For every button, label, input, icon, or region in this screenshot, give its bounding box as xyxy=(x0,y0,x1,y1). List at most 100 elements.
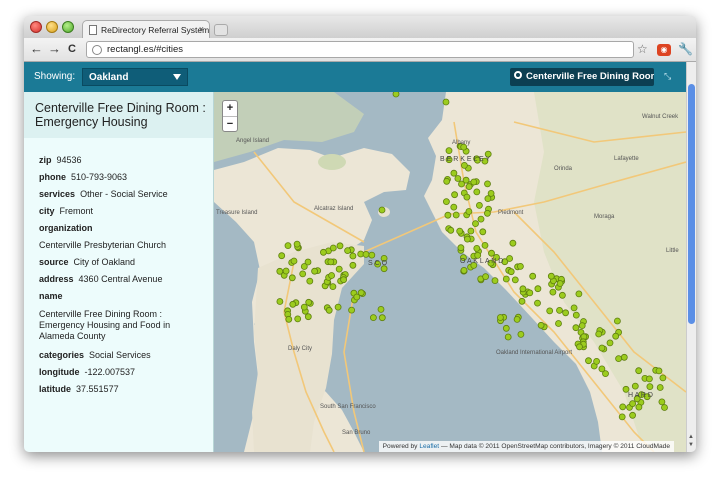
map-marker[interactable] xyxy=(349,252,357,260)
collapse-icon[interactable]: ⤡ xyxy=(664,71,672,82)
map-marker[interactable] xyxy=(475,202,483,209)
page-scrollbar[interactable]: ▲ ▼ xyxy=(686,62,696,452)
map-marker[interactable] xyxy=(562,309,570,317)
map-marker[interactable] xyxy=(496,314,504,321)
map-marker[interactable] xyxy=(635,367,643,375)
map-marker[interactable] xyxy=(300,263,308,270)
map-marker[interactable] xyxy=(299,270,307,278)
map-marker[interactable] xyxy=(504,333,512,341)
map-marker[interactable] xyxy=(598,344,606,352)
map-marker[interactable] xyxy=(447,226,455,234)
zoom-out-button[interactable]: − xyxy=(223,116,237,131)
map-marker[interactable] xyxy=(488,249,495,257)
scroll-up-icon[interactable]: ▲ xyxy=(688,434,694,440)
map-marker[interactable] xyxy=(659,374,667,382)
map-marker[interactable] xyxy=(300,303,308,311)
map-marker[interactable] xyxy=(526,289,534,297)
map-marker[interactable] xyxy=(463,193,471,201)
leaflet-link[interactable]: Leaflet xyxy=(419,443,439,450)
map-marker[interactable] xyxy=(615,355,623,363)
map-marker[interactable] xyxy=(329,244,337,252)
address-bar[interactable]: rectangl.es/#cities xyxy=(86,41,634,58)
map-marker[interactable] xyxy=(629,411,637,419)
map-marker[interactable] xyxy=(443,177,451,185)
map-marker[interactable] xyxy=(294,315,302,323)
map-marker[interactable] xyxy=(377,305,385,313)
map-marker[interactable] xyxy=(369,314,377,322)
map-marker[interactable] xyxy=(282,267,290,275)
map-marker[interactable] xyxy=(327,258,335,266)
map-marker[interactable] xyxy=(482,273,490,281)
map-marker[interactable] xyxy=(445,147,453,154)
map-marker[interactable] xyxy=(491,277,499,285)
wrench-menu-icon[interactable]: 🔧 xyxy=(678,42,693,56)
map-marker[interactable] xyxy=(368,251,376,259)
map-marker[interactable] xyxy=(451,191,459,199)
map-marker[interactable] xyxy=(457,244,465,252)
map-marker[interactable] xyxy=(555,320,562,327)
map-marker[interactable] xyxy=(546,307,554,315)
map-marker[interactable] xyxy=(452,211,460,219)
map-marker[interactable] xyxy=(392,92,400,98)
map-marker[interactable] xyxy=(444,211,452,219)
bookmark-star-icon[interactable]: ☆ xyxy=(637,42,648,56)
map-marker[interactable] xyxy=(353,293,361,301)
map-marker[interactable] xyxy=(618,413,626,421)
map-marker[interactable] xyxy=(658,398,666,406)
map-marker[interactable] xyxy=(278,252,286,260)
map-marker[interactable] xyxy=(518,297,526,305)
map-marker[interactable] xyxy=(290,257,298,265)
map-marker[interactable] xyxy=(458,180,465,188)
map-marker[interactable] xyxy=(513,315,521,323)
map-marker[interactable] xyxy=(276,267,284,275)
map-marker[interactable] xyxy=(289,300,297,308)
map-marker[interactable] xyxy=(502,275,510,283)
search-input[interactable]: Centerville Free Dining Room : xyxy=(510,68,654,86)
forward-button[interactable]: → xyxy=(48,42,61,56)
browser-tab[interactable]: ReDirectory Referral System × xyxy=(82,20,210,38)
map-marker[interactable] xyxy=(472,220,479,228)
close-window-button[interactable] xyxy=(30,21,42,33)
map-marker[interactable] xyxy=(661,404,668,411)
map-marker[interactable] xyxy=(463,235,471,243)
map-marker[interactable] xyxy=(484,195,492,202)
map-marker[interactable] xyxy=(572,311,580,319)
map-marker[interactable] xyxy=(558,291,566,299)
map-marker[interactable] xyxy=(646,383,654,391)
map-marker[interactable] xyxy=(484,180,491,188)
map-view[interactable]: Albany Walnut Creek Angel Island Alcatra… xyxy=(214,92,686,452)
map-marker[interactable] xyxy=(288,274,296,282)
map-marker[interactable] xyxy=(517,330,525,338)
back-button[interactable]: ← xyxy=(30,42,43,56)
map-marker[interactable] xyxy=(467,227,475,235)
map-marker[interactable] xyxy=(328,272,335,279)
map-marker[interactable] xyxy=(470,178,478,186)
map-marker[interactable] xyxy=(519,285,527,293)
map-marker[interactable] xyxy=(534,285,542,293)
map-marker[interactable] xyxy=(547,272,555,280)
map-marker[interactable] xyxy=(613,317,621,325)
map-marker[interactable] xyxy=(465,208,473,215)
city-select[interactable]: Oakland xyxy=(82,68,188,86)
map-marker[interactable] xyxy=(456,227,464,235)
map-marker[interactable] xyxy=(620,353,628,361)
map-marker[interactable] xyxy=(516,262,524,270)
map-marker[interactable] xyxy=(655,367,663,375)
zoom-window-button[interactable] xyxy=(62,21,74,33)
map-marker[interactable] xyxy=(450,169,458,177)
map-marker[interactable] xyxy=(481,241,489,249)
map-marker[interactable] xyxy=(612,332,620,340)
map-marker[interactable] xyxy=(537,321,545,329)
map-marker[interactable] xyxy=(479,228,487,236)
map-marker[interactable] xyxy=(656,384,664,391)
map-marker[interactable] xyxy=(473,244,481,252)
map-marker[interactable] xyxy=(320,248,327,256)
map-marker[interactable] xyxy=(635,403,643,411)
map-marker[interactable] xyxy=(585,357,592,365)
map-marker[interactable] xyxy=(306,277,314,285)
map-marker[interactable] xyxy=(556,280,564,287)
map-marker[interactable] xyxy=(483,209,491,217)
map-marker[interactable] xyxy=(362,250,370,258)
map-canvas[interactable] xyxy=(214,92,686,452)
reload-button[interactable]: C xyxy=(68,42,76,56)
